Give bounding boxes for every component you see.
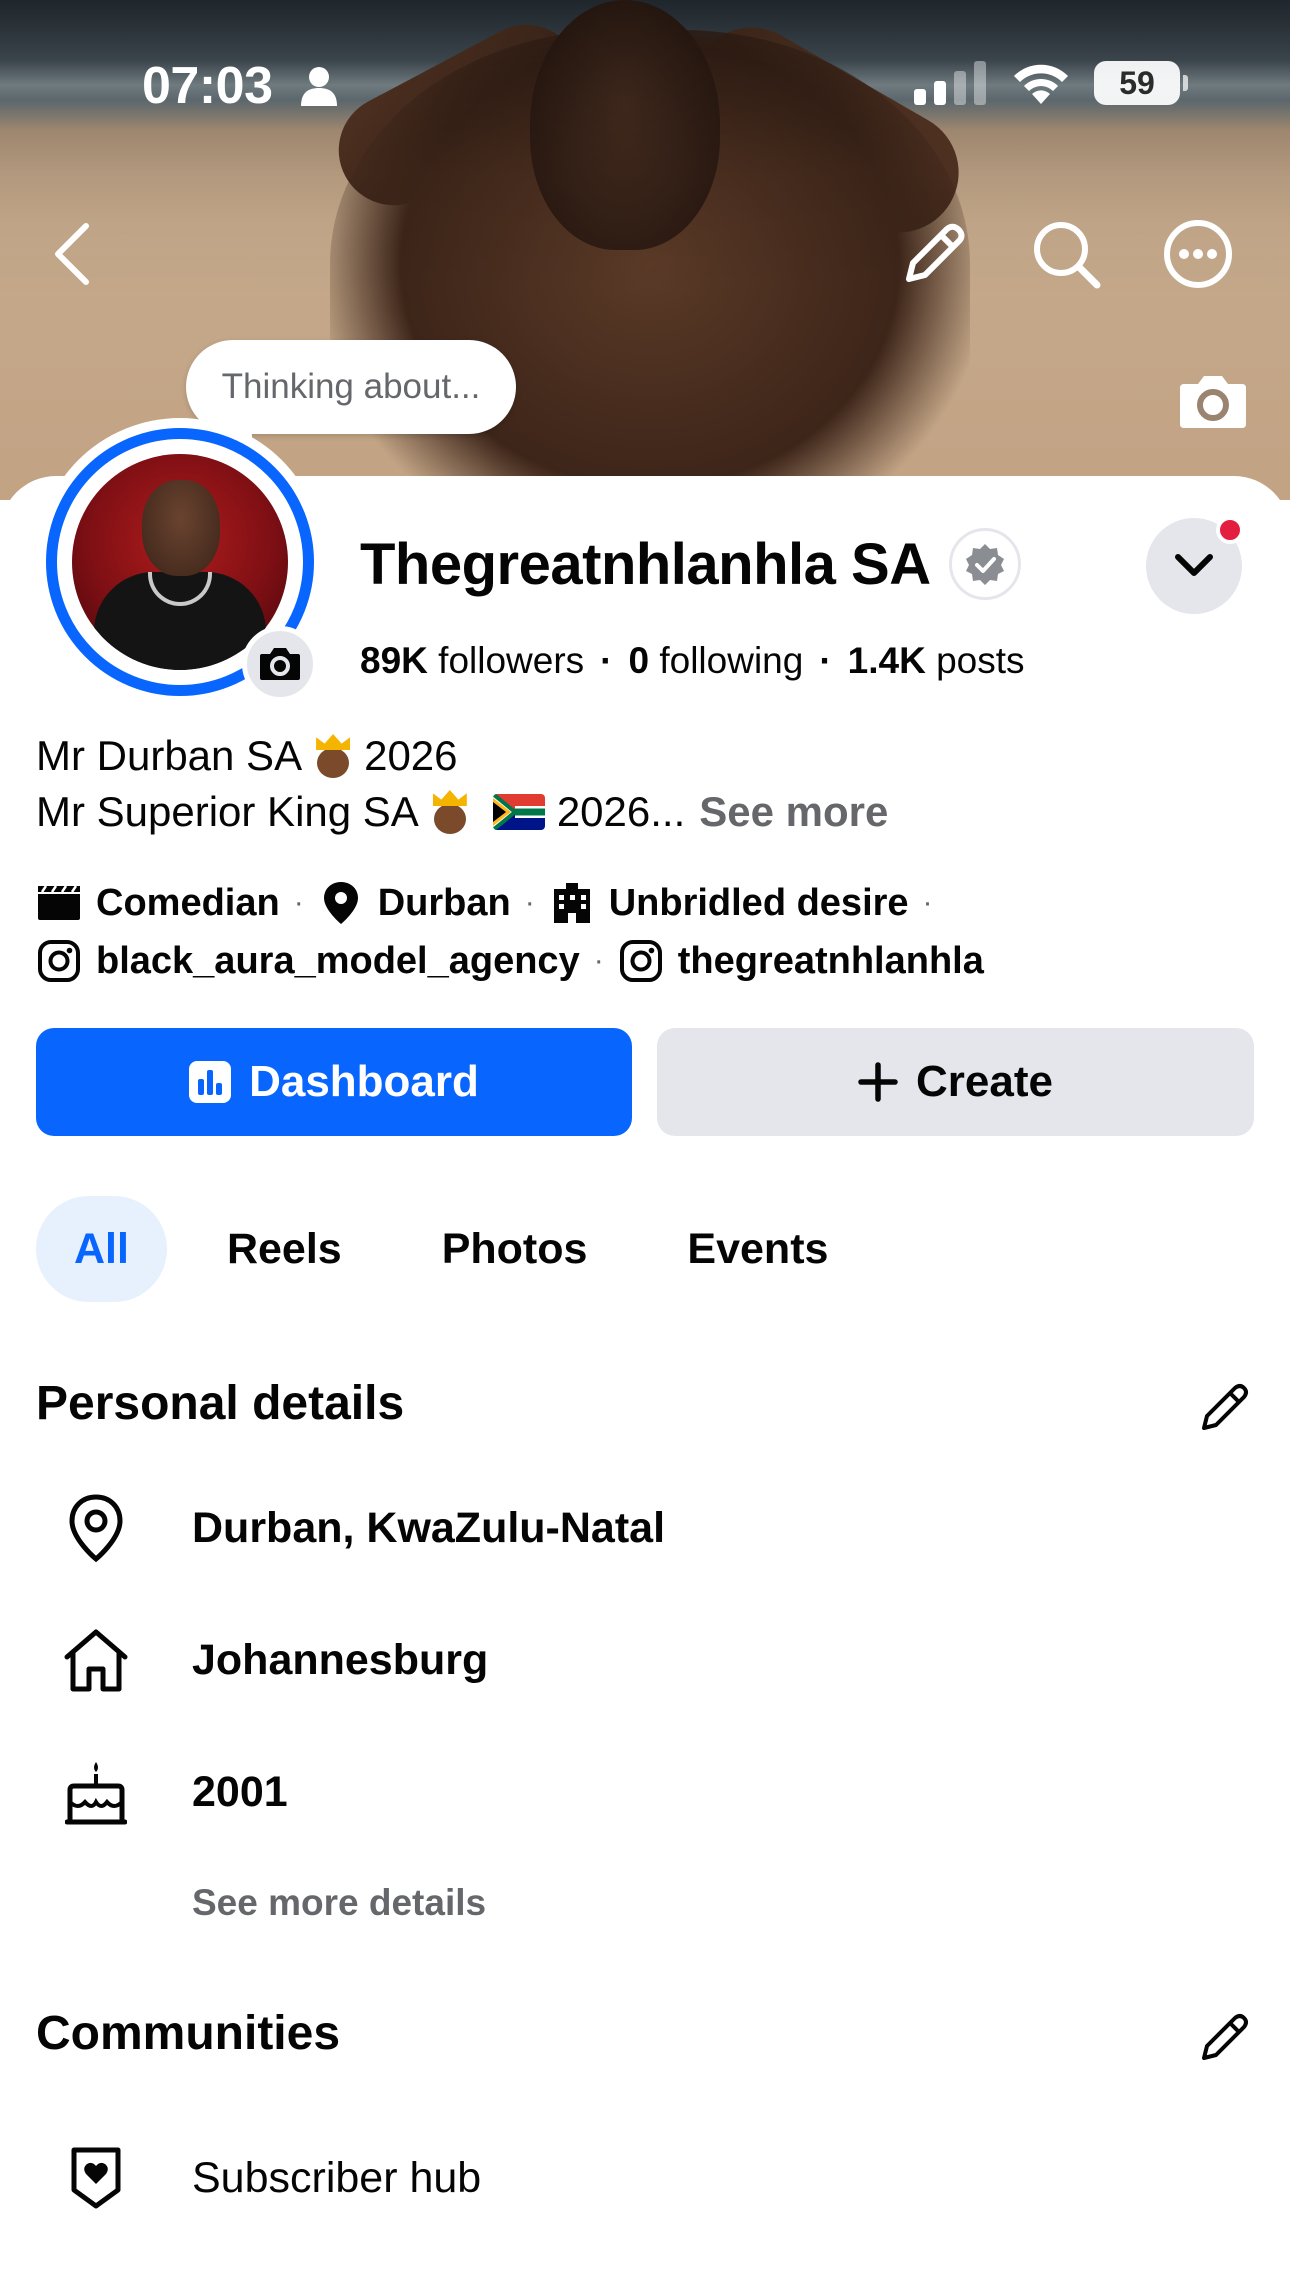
bio-line-2: Mr Superior King SA 2026... See more [36, 784, 888, 840]
verified-badge-icon[interactable] [948, 528, 1021, 600]
tab-events[interactable]: Events [647, 1196, 868, 1302]
name-row: Thegreatnhlanhla SA [360, 528, 1021, 600]
tab-reels[interactable]: Reels [187, 1196, 382, 1302]
detail-text: 2001 [192, 1767, 288, 1816]
detail-row-location[interactable]: Durban, KwaZulu-Natal [56, 1488, 665, 1568]
communities-title: Communities [36, 2007, 341, 2060]
wifi-icon [1014, 64, 1068, 104]
chevron-left-icon [55, 223, 89, 285]
plus-icon [858, 1062, 898, 1102]
more-options-button[interactable] [1162, 218, 1234, 290]
avatar-camera-button[interactable] [242, 626, 318, 702]
posts-stat[interactable]: 1.4K posts [848, 640, 1025, 682]
dashboard-button[interactable]: Dashboard [36, 1028, 632, 1136]
see-more-link[interactable]: See more [699, 784, 888, 840]
status-right: 59 [914, 60, 1188, 106]
clapperboard-icon [36, 880, 82, 926]
community-text: Subscriber hub [192, 2153, 482, 2202]
status-time: 07:03 [142, 57, 273, 115]
personal-details-title: Personal details [36, 1377, 405, 1430]
following-stat[interactable]: 0 following [629, 640, 804, 682]
intro-row-2: black_aura_model_agency · thegreatnhlanh… [36, 938, 984, 984]
camera-icon [1180, 376, 1246, 428]
profile-name: Thegreatnhlanhla SA [360, 531, 931, 597]
signal-icon [914, 61, 986, 105]
cover-camera-button[interactable] [1178, 372, 1248, 430]
king-emoji-icon [429, 790, 471, 834]
person-status-icon [300, 66, 338, 111]
heart-shield-icon [56, 2138, 136, 2218]
search-button[interactable] [1030, 218, 1102, 290]
tab-photos[interactable]: Photos [402, 1196, 628, 1302]
pencil-icon [1202, 2014, 1248, 2060]
bar-chart-icon [189, 1061, 232, 1103]
instagram-icon [36, 938, 82, 984]
camera-icon [260, 648, 300, 680]
location-pin-icon [56, 1488, 136, 1568]
search-icon [1034, 222, 1101, 289]
detail-text: Durban, KwaZulu-Natal [192, 1503, 666, 1552]
king-emoji-icon [312, 734, 354, 778]
detail-text: Johannesburg [192, 1635, 489, 1684]
edit-personal-details-button[interactable] [1196, 1378, 1254, 1436]
location-text[interactable]: Durban [378, 882, 511, 925]
intro-row-1: Comedian · Durban · Unbridled desire · [36, 880, 947, 926]
profile-tabs: All Reels Photos Events [36, 1196, 888, 1302]
detail-row-hometown[interactable]: Johannesburg [56, 1620, 488, 1700]
more-dots-icon [1164, 220, 1232, 288]
dashboard-label: Dashboard [249, 1057, 479, 1106]
birthday-cake-icon [56, 1752, 136, 1832]
thinking-bubble[interactable]: Thinking about... [186, 340, 516, 434]
edit-communities-button[interactable] [1196, 2008, 1254, 2066]
battery-indicator: 59 [1094, 61, 1188, 105]
location-pin-icon [318, 880, 364, 926]
followers-stat[interactable]: 89K followers [360, 640, 584, 682]
create-label: Create [916, 1057, 1053, 1106]
instagram-icon [618, 938, 664, 984]
south-africa-flag-icon [492, 794, 545, 830]
building-icon [549, 880, 595, 926]
detail-row-birthday[interactable]: 2001 [56, 1752, 288, 1832]
home-icon [56, 1620, 136, 1700]
profile-stats: 89K followers · 0 following · 1.4K posts [360, 640, 1025, 682]
edit-profile-button[interactable] [898, 218, 970, 290]
see-more-details-link[interactable]: See more details [192, 1882, 486, 1924]
tab-all[interactable]: All [36, 1196, 167, 1302]
category-text[interactable]: Comedian [96, 882, 280, 925]
pencil-icon [906, 223, 965, 282]
instagram-link-1[interactable]: black_aura_model_agency [96, 940, 580, 983]
notification-dot [1216, 516, 1244, 544]
bio-line-1: Mr Durban SA 2026 [36, 732, 458, 779]
create-button[interactable]: Create [657, 1028, 1254, 1136]
work-text[interactable]: Unbridled desire [609, 882, 909, 925]
community-row-subscriber-hub[interactable]: Subscriber hub [56, 2138, 481, 2218]
back-button[interactable] [36, 218, 108, 290]
pencil-icon [1202, 1384, 1248, 1430]
chevron-down-icon [1175, 554, 1213, 576]
instagram-link-2[interactable]: thegreatnhlanhla [678, 940, 984, 983]
bio: Mr Durban SA 2026 Mr Superior King SA 20… [36, 728, 888, 840]
